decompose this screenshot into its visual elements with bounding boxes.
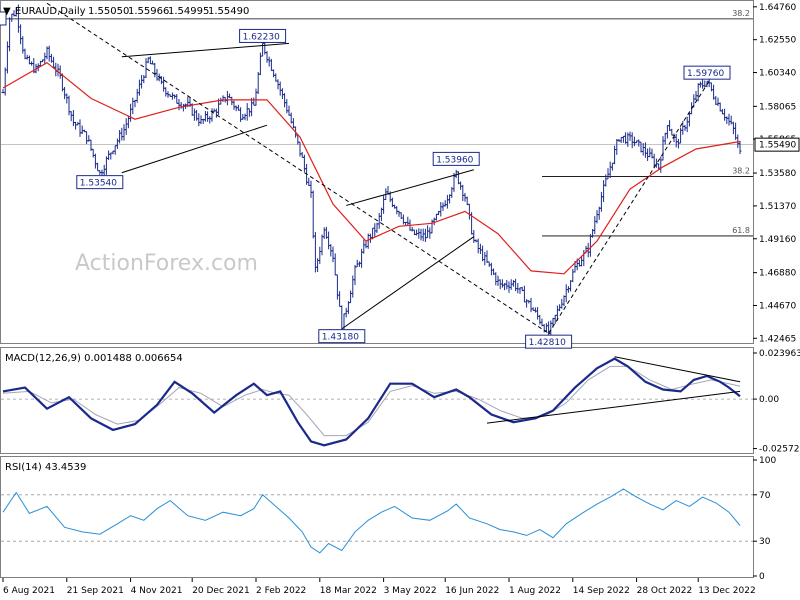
- y-tick-label: 100: [759, 456, 776, 466]
- ohlc-high: 1.55966: [128, 6, 169, 17]
- y-tick-label: 1.44670: [759, 302, 796, 312]
- price-annotation: 1.53960: [432, 151, 480, 166]
- x-tick-label: 2 Feb 2022: [256, 586, 306, 596]
- fib-level-label: 61.8: [732, 226, 750, 235]
- chart-canvas: ActionForex.com 38.238.261.81.647401.622…: [0, 0, 800, 596]
- ohlc-low: 1.54995: [168, 6, 209, 17]
- x-tick-label: 14 Sep 2022: [573, 586, 630, 596]
- price-annotation: 1.43180: [318, 329, 366, 344]
- y-tick-label: 0.023963: [759, 349, 800, 359]
- y-tick-label: 1.53580: [759, 169, 796, 179]
- x-tick-label: 3 May 2022: [384, 586, 437, 596]
- x-tick-label: 28 Oct 2022: [637, 586, 693, 596]
- y-tick-label: 1.60340: [759, 69, 796, 79]
- y-tick-label: 0: [759, 572, 765, 582]
- x-tick-label: 6 Aug 2021: [3, 586, 55, 596]
- last-price-label: 1.55490: [759, 141, 796, 151]
- rsi-panel: [0, 456, 754, 578]
- y-tick-label: 1.64760: [759, 3, 796, 13]
- ohlc-close: 1.55490: [208, 6, 249, 17]
- y-tick-label: 1.58065: [759, 102, 796, 112]
- ohlc-open: 1.55050: [88, 6, 129, 17]
- y-tick-label: 1.51370: [759, 202, 796, 212]
- y-tick-label: 1.62550: [759, 36, 796, 46]
- fib-level-label: 38.2: [732, 9, 750, 18]
- macd-title: MACD(12,26,9) 0.001488 0.006654: [5, 353, 183, 364]
- price-annotation-label: 1.59760: [687, 69, 724, 79]
- fib-level-label: 38.2: [732, 166, 750, 175]
- price-annotation-label: 1.62230: [243, 32, 280, 42]
- x-tick-label: 16 Jun 2022: [445, 586, 499, 596]
- y-tick-label: 30: [759, 537, 771, 547]
- y-tick-label: 1.42465: [759, 334, 796, 344]
- price-annotation-label: 1.42810: [529, 338, 566, 348]
- x-tick-label: 1 Aug 2022: [509, 586, 561, 596]
- symbol-icon: ▼: [3, 6, 11, 17]
- x-tick-label: 13 Dec 2022: [698, 586, 756, 596]
- rsi-title: RSI(14) 43.4539: [5, 462, 86, 473]
- y-tick-label: 70: [759, 491, 771, 501]
- y-tick-label: 1.49160: [759, 235, 796, 245]
- y-tick-label: -0.025726: [759, 445, 800, 455]
- price-header: ▼ EURAUD,Daily 1.55050 1.55966 1.54995 1…: [3, 6, 249, 17]
- x-tick-label: 20 Dec 2021: [192, 586, 250, 596]
- price-annotation: 1.42810: [525, 334, 573, 349]
- last-price-marker: 1.55490: [754, 137, 800, 152]
- price-annotation: 1.62230: [239, 28, 287, 43]
- price-annotation: 1.59760: [683, 65, 731, 80]
- price-annotation: 1.53540: [76, 175, 124, 190]
- x-tick-label: 21 Sep 2021: [67, 586, 124, 596]
- chart-title: EURAUD,Daily: [15, 6, 86, 17]
- price-annotation-label: 1.53540: [80, 179, 117, 189]
- price-annotation-label: 1.53960: [436, 155, 473, 165]
- x-tick-label: 4 Nov 2021: [131, 586, 183, 596]
- y-tick-label: 1.46880: [759, 269, 796, 279]
- watermark: ActionForex.com: [75, 251, 258, 276]
- y-tick-label: 0.00: [759, 395, 779, 405]
- price-panel: [0, 0, 754, 344]
- x-tick-label: 18 Mar 2022: [320, 586, 377, 596]
- price-annotation-label: 1.43180: [322, 333, 359, 343]
